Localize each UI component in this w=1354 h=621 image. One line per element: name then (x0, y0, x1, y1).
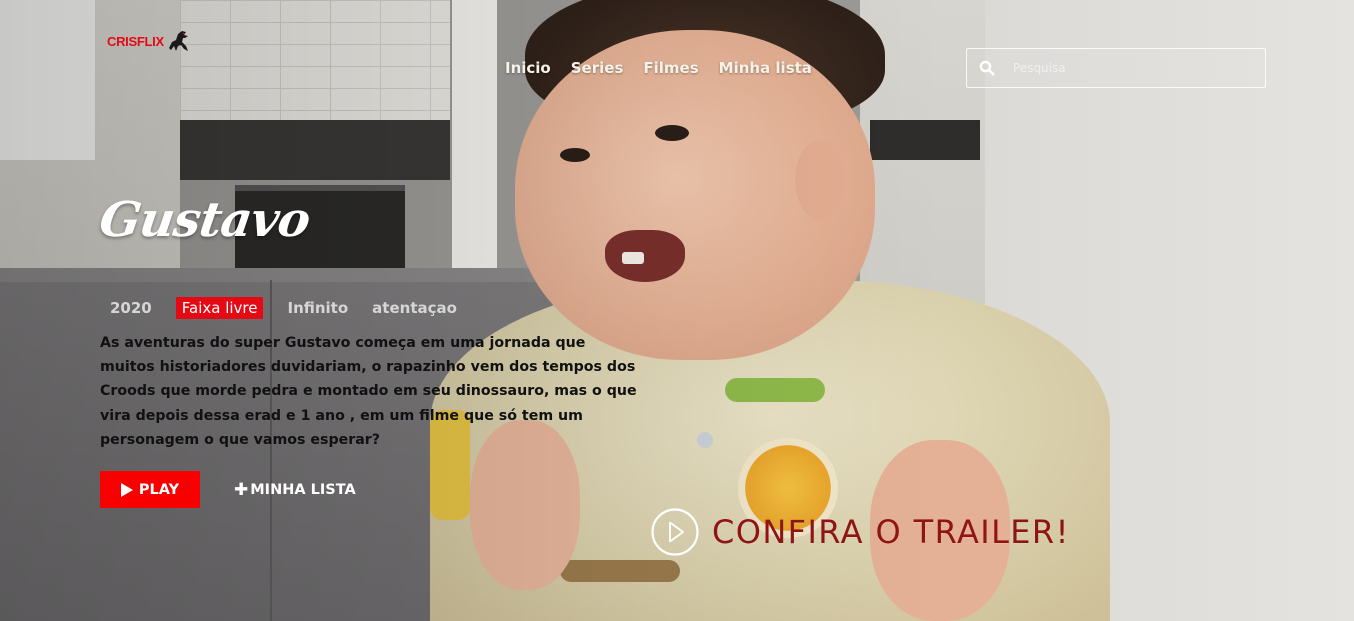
search-icon[interactable] (967, 60, 1007, 76)
play-circle-icon (651, 508, 699, 556)
play-icon (120, 482, 133, 497)
hero-meta: 2020 Faixa livre Infinito atentaçao (110, 297, 457, 319)
play-button-label: PLAY (138, 481, 180, 498)
trailer-label: CONFIRA O TRAILER! (712, 513, 1070, 551)
search-input[interactable] (1007, 61, 1247, 75)
hero-title-logo: Gustavo (96, 192, 314, 248)
brand-name: CRISFLIX (107, 33, 164, 49)
search-box (966, 48, 1266, 88)
release-year: 2020 (110, 299, 152, 317)
age-rating-badge: Faixa livre (175, 297, 264, 319)
nav-item-inicio[interactable]: Inicio (505, 59, 551, 77)
nav-item-minha-lista[interactable]: Minha lista (719, 59, 812, 77)
dinosaur-logo-icon (168, 31, 188, 51)
play-button[interactable]: PLAY (100, 471, 200, 508)
watch-trailer-link[interactable]: CONFIRA O TRAILER! (650, 507, 1070, 557)
duration: Infinito (287, 299, 349, 317)
hero-description: As aventuras do super Gustavo começa em … (100, 335, 637, 448)
plus-icon: ✚ (234, 479, 249, 500)
genre: atentaçao (372, 299, 457, 317)
add-to-list-button[interactable]: ✚ MINHA LISTA (234, 480, 356, 500)
nav-item-filmes[interactable]: Filmes (643, 59, 698, 77)
hero-actions: PLAY ✚ MINHA LISTA (100, 471, 356, 508)
main-nav: Inicio Series Filmes Minha lista (505, 59, 812, 77)
brand-logo[interactable]: CRISFLIX (107, 28, 192, 54)
nav-item-series[interactable]: Series (571, 59, 624, 77)
add-to-list-label: MINHA LISTA (250, 481, 356, 498)
